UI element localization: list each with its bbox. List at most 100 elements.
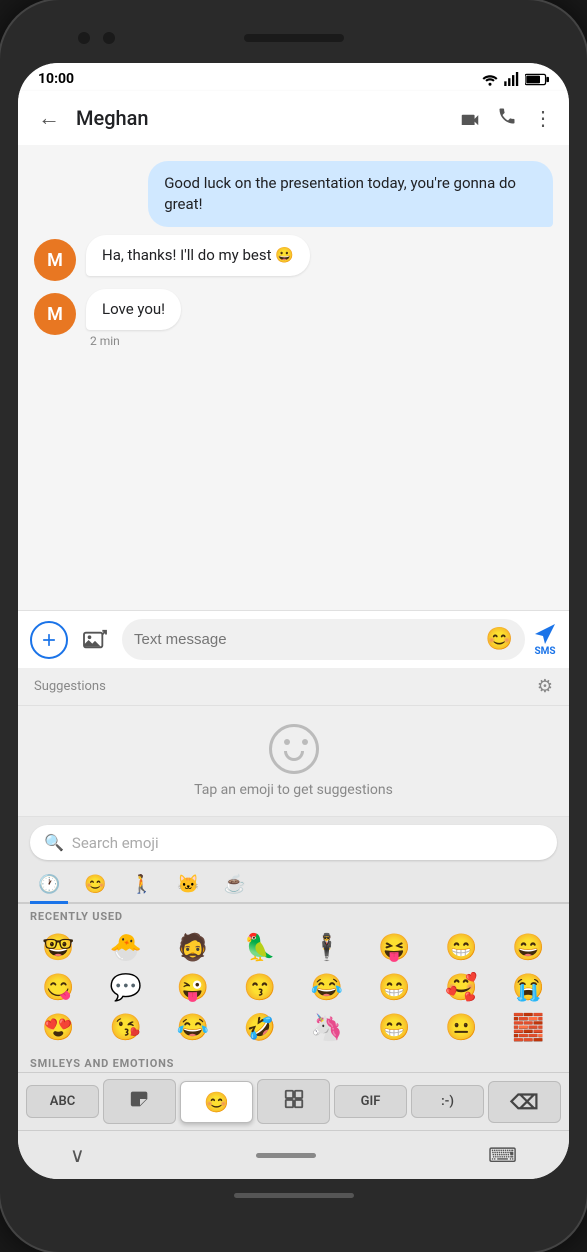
text-input-wrapper[interactable]: 😊	[122, 619, 525, 660]
message-timestamp: 2 min	[86, 334, 181, 348]
sticker2-button[interactable]	[257, 1079, 330, 1124]
video-call-button[interactable]	[459, 106, 481, 130]
incoming-bubble-content-1: Ha, thanks! I'll do my best 😀	[86, 235, 310, 276]
emoji-cell[interactable]: 🕴	[295, 929, 360, 967]
send-label: SMS	[534, 646, 555, 657]
wifi-icon	[481, 72, 499, 86]
avatar-2: M	[34, 293, 76, 335]
emoji-cell[interactable]: 🤣	[227, 1009, 292, 1047]
tab-smileys[interactable]: 😊	[76, 868, 114, 904]
abc-keyboard-button[interactable]: ABC	[26, 1085, 99, 1118]
nav-back-button[interactable]: ∨	[58, 1139, 97, 1171]
emoji-cell[interactable]: 😐	[429, 1009, 494, 1047]
status-bar: 10:00	[18, 63, 569, 91]
gif-button[interactable]: GIF	[334, 1085, 407, 1118]
text-faces-button[interactable]: :-)	[411, 1085, 484, 1118]
delete-icon: ⌫	[510, 1090, 538, 1114]
emoji-icon: 😊	[204, 1090, 229, 1114]
emoji-picker-button[interactable]: 😊	[486, 627, 513, 652]
emoji-cell[interactable]: 😝	[362, 929, 427, 967]
phone-camera-left	[78, 32, 90, 44]
tab-recent[interactable]: 🕐	[30, 868, 68, 904]
avatar: M	[34, 239, 76, 281]
emoji-cell[interactable]: 😭	[496, 969, 561, 1007]
phone-bottom	[18, 1179, 569, 1212]
tab-food[interactable]: ☕	[216, 868, 254, 904]
app-header: ← Meghan ⋮	[18, 91, 569, 145]
keyboard-bottom-bar: ABC 😊	[18, 1072, 569, 1130]
text-faces-label: :-)	[441, 1094, 454, 1109]
emoji-keyboard-button[interactable]: 😊	[180, 1081, 253, 1123]
emoji-cell[interactable]: 😁	[429, 929, 494, 967]
smiley-curve	[284, 751, 304, 761]
emoji-cell[interactable]: 😜	[160, 969, 225, 1007]
incoming-message-bubble-1: Ha, thanks! I'll do my best 😀	[86, 235, 310, 276]
emoji-cell[interactable]: 😄	[496, 929, 561, 967]
suggestions-settings-button[interactable]: ⚙	[537, 676, 553, 697]
emoji-cell[interactable]: 🦄	[295, 1009, 360, 1047]
gif-label: GIF	[361, 1094, 381, 1109]
suggestions-label: Suggestions	[34, 679, 106, 694]
emoji-cell[interactable]: 🧔	[160, 929, 225, 967]
phone-camera-right	[103, 32, 115, 44]
emoji-cell[interactable]: 😁	[362, 969, 427, 1007]
phone-screen: 10:00	[18, 63, 569, 1179]
emoji-cell[interactable]: 🦜	[227, 929, 292, 967]
message-input-row: 😊 SMS	[18, 610, 569, 668]
nav-keyboard-button[interactable]: ⌨	[476, 1139, 529, 1171]
emoji-cell[interactable]: 💬	[93, 969, 158, 1007]
emoji-cell[interactable]: 🤓	[26, 929, 91, 967]
delete-button[interactable]: ⌫	[488, 1081, 561, 1123]
emoji-category-tabs: 🕐 😊 🚶 🐱 ☕	[18, 864, 569, 904]
emoji-keyboard: 🔍 Search emoji 🕐 😊 🚶 🐱 ☕ RECENTLY USED 🤓…	[18, 817, 569, 1072]
status-icons	[481, 72, 549, 86]
send-button[interactable]: SMS	[533, 622, 557, 657]
incoming-bubble-content-2: Love you! 2 min	[86, 289, 181, 348]
smileys-label: SMILEYS AND EMOTIONS	[18, 1051, 569, 1072]
emoji-cell[interactable]: 😂	[160, 1009, 225, 1047]
add-button[interactable]	[30, 621, 68, 659]
recently-used-label: RECENTLY USED	[18, 904, 569, 925]
back-button[interactable]: ←	[34, 101, 64, 135]
nav-home-indicator[interactable]	[256, 1153, 316, 1158]
phone-shell: 10:00	[0, 0, 587, 1252]
incoming-message-row-2: M Love you! 2 min	[34, 289, 553, 348]
status-time: 10:00	[38, 71, 74, 87]
tab-people[interactable]: 🚶	[123, 868, 161, 904]
emoji-search-box[interactable]: 🔍 Search emoji	[30, 825, 557, 860]
tab-animals[interactable]: 🐱	[169, 868, 207, 904]
phone-speaker	[244, 34, 344, 42]
smiley-outline-icon	[269, 724, 319, 774]
emoji-cell[interactable]: 😂	[295, 969, 360, 1007]
emoji-cell[interactable]: 😘	[93, 1009, 158, 1047]
sticker-button[interactable]	[103, 1079, 176, 1124]
suggestions-bar: Suggestions ⚙	[18, 668, 569, 706]
emoji-cell[interactable]: 😋	[26, 969, 91, 1007]
search-icon: 🔍	[44, 833, 64, 852]
emoji-search-row: 🔍 Search emoji	[18, 817, 569, 864]
media-button[interactable]	[76, 621, 114, 659]
contact-name: Meghan	[76, 106, 447, 130]
nav-bar: ∨ ⌨	[18, 1130, 569, 1179]
incoming-message-bubble-2: Love you!	[86, 289, 181, 330]
emoji-search-placeholder: Search emoji	[72, 834, 159, 852]
emoji-cell[interactable]: 🥰	[429, 969, 494, 1007]
chat-area: Good luck on the presentation today, you…	[18, 145, 569, 610]
emoji-cell[interactable]: 😁	[362, 1009, 427, 1047]
emoji-cell[interactable]: 😙	[227, 969, 292, 1007]
message-input[interactable]	[134, 631, 478, 648]
outgoing-message-bubble: Good luck on the presentation today, you…	[148, 161, 553, 227]
more-options-button[interactable]: ⋮	[533, 106, 553, 130]
emoji-cell[interactable]: 🐣	[93, 929, 158, 967]
phone-bottom-bar	[234, 1193, 354, 1198]
tap-suggestion-text: Tap an emoji to get suggestions	[194, 782, 393, 798]
sticker2-icon	[283, 1088, 305, 1115]
battery-icon	[525, 73, 549, 86]
header-icons: ⋮	[459, 106, 553, 131]
phone-call-button[interactable]	[497, 106, 517, 131]
phone-top-bar	[18, 18, 569, 58]
sticker-icon	[129, 1088, 151, 1115]
emoji-cell[interactable]: 😍	[26, 1009, 91, 1047]
emoji-cell[interactable]: 🧱	[496, 1009, 561, 1047]
outgoing-message-text: Good luck on the presentation today, you…	[164, 174, 516, 213]
